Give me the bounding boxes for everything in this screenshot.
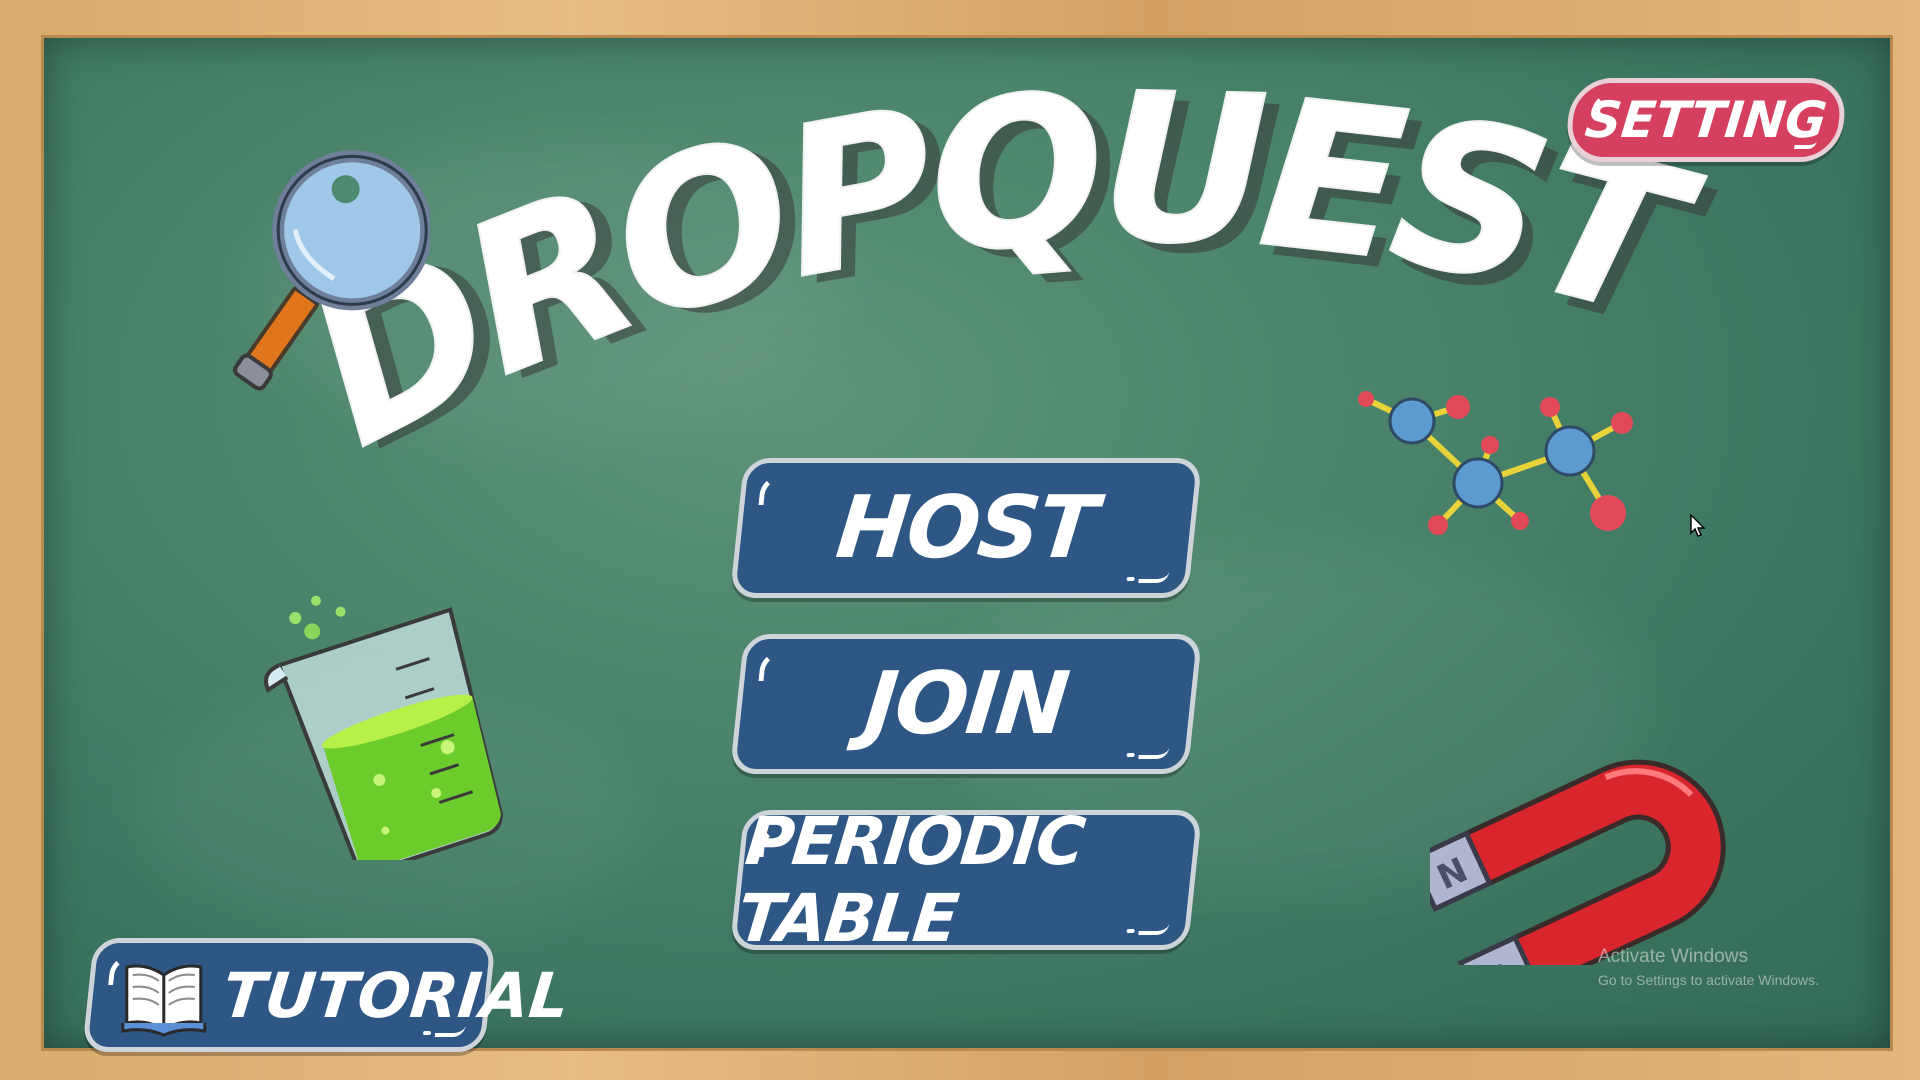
periodic-table-button[interactable]: PERIODIC TABLE: [729, 803, 1203, 957]
join-button-label: JOIN: [860, 654, 1072, 754]
magnifying-glass-icon: [200, 140, 433, 420]
setting-button-label: SETTING: [1582, 91, 1830, 149]
horseshoe-magnet-icon: N S: [1408, 705, 1780, 1017]
book-icon: [121, 957, 207, 1037]
host-button-label: HOST: [831, 478, 1101, 578]
os-activation-watermark: Activate Windows Go to Settings to activ…: [1598, 946, 1819, 988]
periodic-table-button-label: PERIODIC TABLE: [733, 803, 1087, 957]
tutorial-button[interactable]: TUTORIAL: [82, 938, 573, 1052]
join-button[interactable]: JOIN: [729, 634, 1203, 774]
watermark-title: Activate Windows: [1598, 946, 1748, 967]
mouse-cursor-icon: [1690, 513, 1706, 538]
molecule-icon: [1350, 385, 1640, 550]
beaker-icon: [262, 570, 542, 874]
tutorial-button-label: TUTORIAL: [219, 958, 573, 1032]
setting-button[interactable]: SETTING: [1563, 78, 1849, 162]
host-button[interactable]: HOST: [729, 458, 1203, 598]
watermark-subtitle: Go to Settings to activate Windows.: [1598, 972, 1819, 988]
